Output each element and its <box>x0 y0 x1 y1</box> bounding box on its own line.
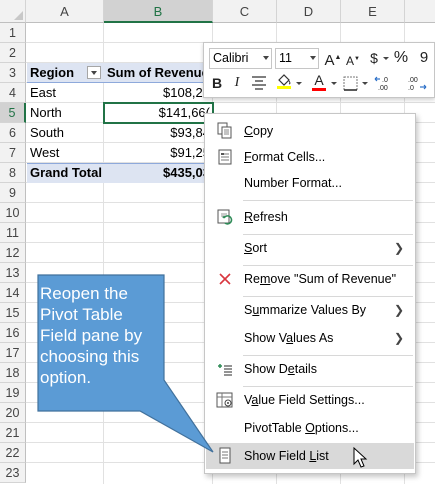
callout-shape <box>37 274 214 453</box>
mouse-cursor-icon <box>353 447 368 468</box>
callout-text: Reopen the Pivot Table Field pane by cho… <box>40 284 143 387</box>
